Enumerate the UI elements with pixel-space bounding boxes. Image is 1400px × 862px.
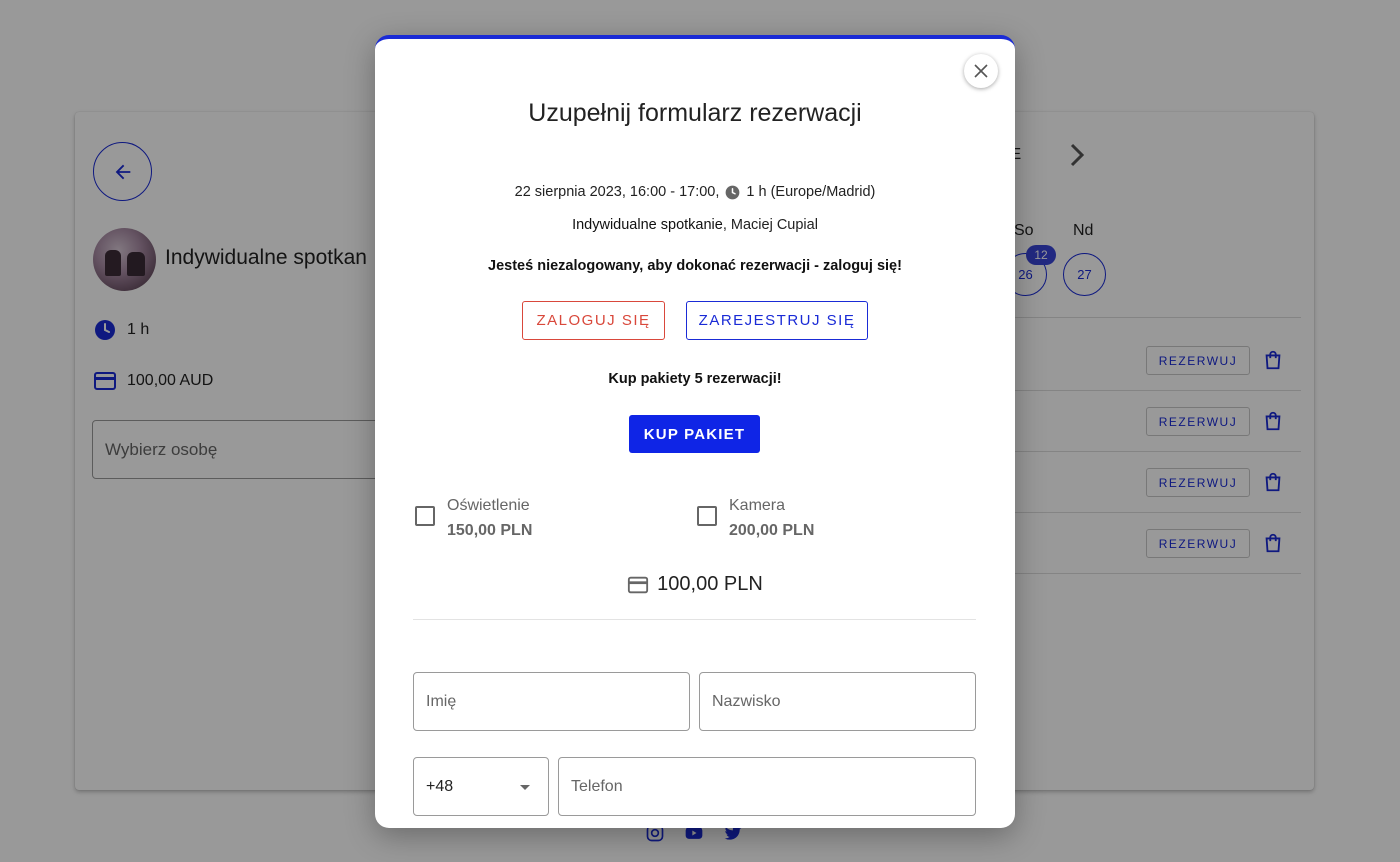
last-name-input[interactable]: Nazwisko (699, 672, 976, 731)
addon-lighting-checkbox[interactable] (415, 506, 435, 526)
total-price-text: 100,00 PLN (657, 573, 763, 595)
addon-lighting[interactable]: Oświetlenie 150,00 PLN (415, 494, 532, 544)
addon-name: Kamera (729, 497, 786, 514)
addon-price: 150,00 PLN (447, 522, 533, 539)
close-button[interactable] (964, 54, 998, 88)
buy-package-button[interactable]: KUP PAKIET (629, 415, 760, 453)
credit-card-icon (628, 576, 649, 593)
reservation-modal: Uzupełnij formularz rezerwacji 22 sierpn… (375, 35, 1015, 828)
reservation-datetime: 22 sierpnia 2023, 16:00 - 17:00, 1 h (Eu… (375, 184, 1015, 200)
service-info: Indywidualne spotkanie, Maciej Cupial (375, 217, 1015, 233)
login-notice: Jesteś niezalogowany, aby dokonać rezerw… (488, 258, 902, 274)
login-button[interactable]: ZALOGUJ SIĘ (522, 301, 665, 340)
duration-timezone: 1 h (Europe/Madrid) (746, 184, 876, 200)
phone-input[interactable]: Telefon (558, 757, 976, 816)
register-button[interactable]: ZAREJESTRUJ SIĘ (686, 301, 868, 340)
addon-name: Oświetlenie (447, 497, 530, 514)
country-code-value: +48 (426, 777, 454, 795)
datetime-text: 22 sierpnia 2023, 16:00 - 17:00, (514, 184, 720, 200)
modal-title: Uzupełnij formularz rezerwacji (528, 99, 862, 127)
addon-camera-checkbox[interactable] (697, 506, 717, 526)
dropdown-caret-icon (520, 785, 530, 790)
addon-camera[interactable]: Kamera 200,00 PLN (697, 494, 814, 544)
divider (413, 619, 976, 620)
package-offer-text: Kup pakiety 5 rezerwacji! (608, 371, 782, 387)
service-person: , Maciej Cupial (722, 217, 818, 233)
clock-icon (726, 185, 740, 199)
total-price: 100,00 PLN (375, 573, 1015, 596)
country-code-select[interactable]: +48 (413, 757, 549, 816)
close-icon (974, 64, 988, 78)
addon-price: 200,00 PLN (729, 522, 815, 539)
first-name-input[interactable]: Imię (413, 672, 690, 731)
service-name: Indywidualne spotkanie (572, 217, 723, 233)
